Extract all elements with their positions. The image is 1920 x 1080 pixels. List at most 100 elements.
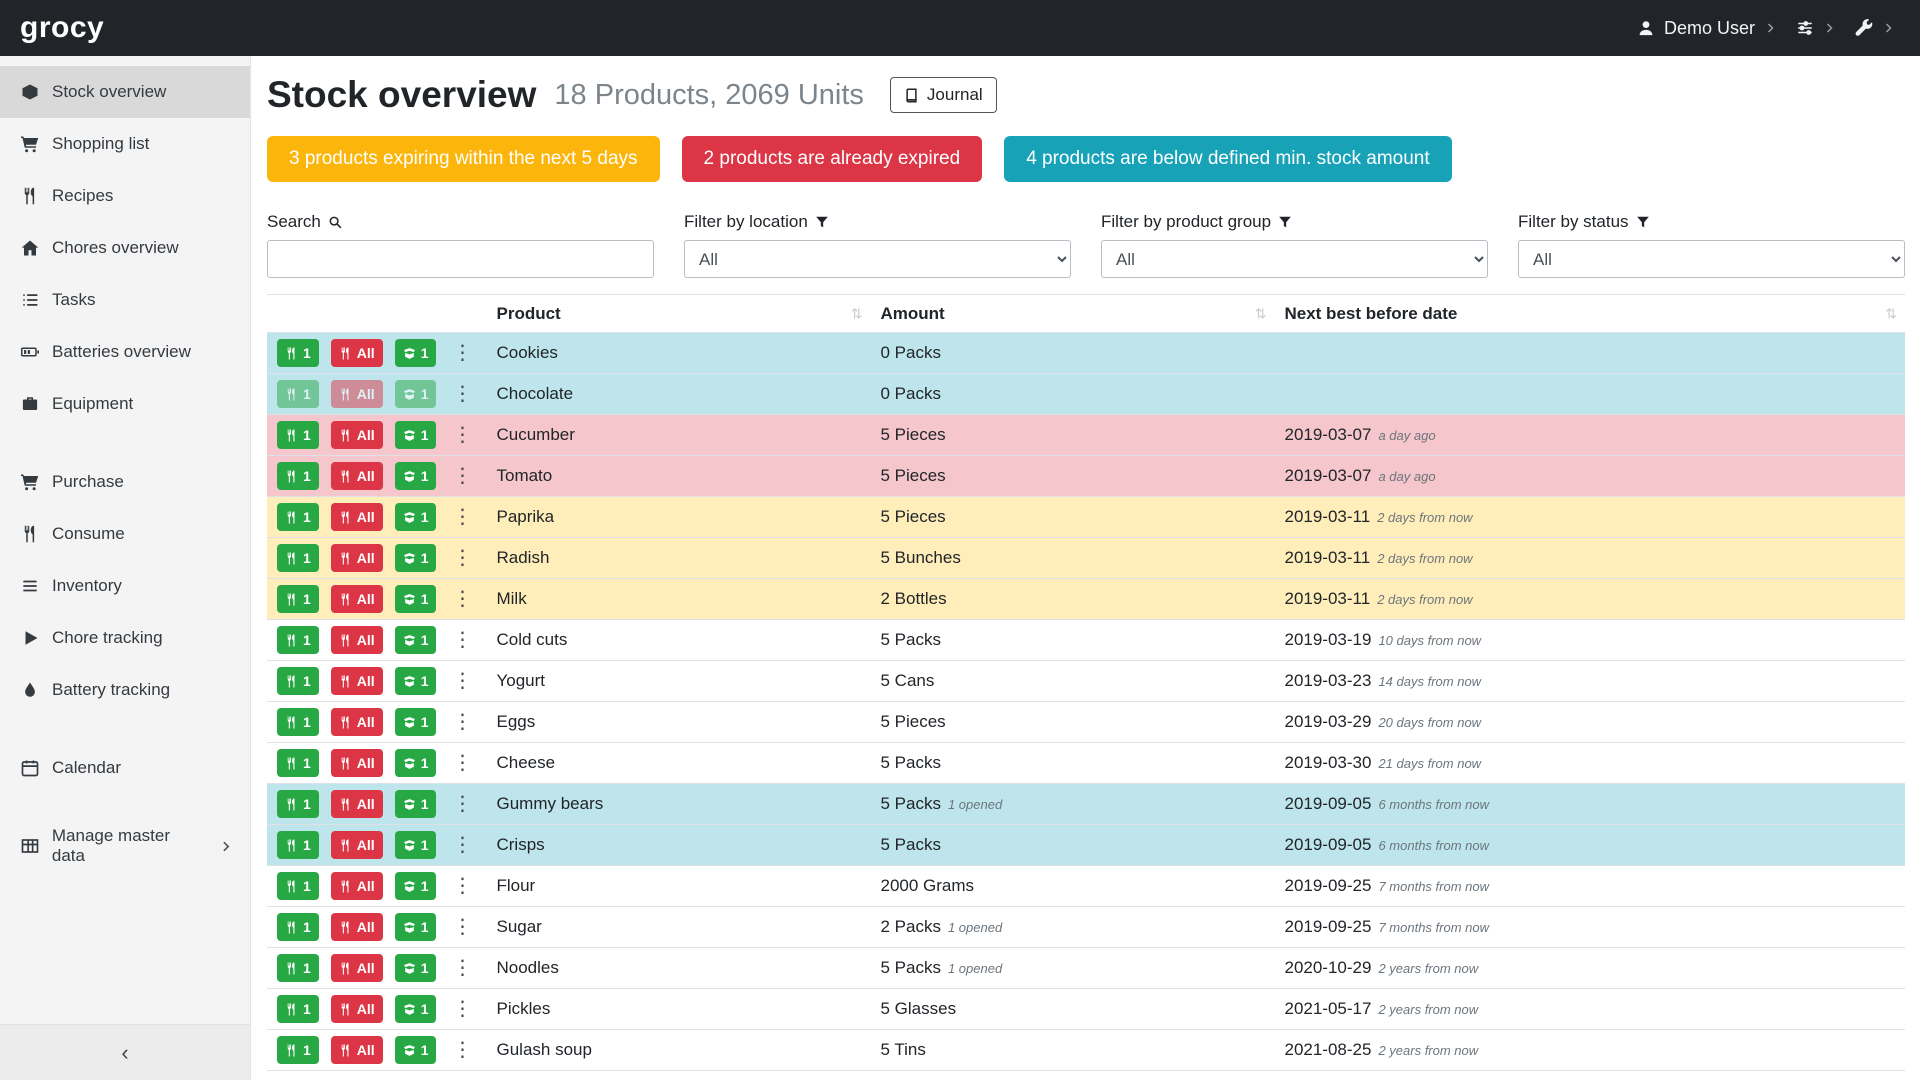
open-one-button[interactable]: 1	[395, 913, 437, 941]
row-menu-button[interactable]: ⋮	[448, 589, 476, 609]
product-column-header[interactable]: Product⇅	[486, 295, 870, 333]
consume-one-button[interactable]: 1	[277, 544, 319, 572]
open-one-button[interactable]: 1	[395, 790, 437, 818]
consume-all-button[interactable]: All	[331, 995, 383, 1023]
settings-menu[interactable]	[1796, 19, 1835, 37]
sidebar-item-chore-tracking[interactable]: Chore tracking	[0, 612, 250, 664]
search-input[interactable]	[267, 240, 654, 278]
consume-all-button[interactable]: All	[331, 872, 383, 900]
sidebar-item-tasks[interactable]: Tasks	[0, 274, 250, 326]
consume-all-button[interactable]: All	[331, 503, 383, 531]
consume-one-button[interactable]: 1	[277, 585, 319, 613]
open-one-button[interactable]: 1	[395, 872, 437, 900]
open-one-button[interactable]: 1	[395, 503, 437, 531]
consume-all-button[interactable]: All	[331, 462, 383, 490]
journal-button[interactable]: Journal	[890, 77, 997, 113]
best-before-column-header[interactable]: Next best before date⇅	[1274, 295, 1905, 333]
consume-all-button[interactable]: All	[331, 339, 383, 367]
row-menu-button[interactable]: ⋮	[448, 507, 476, 527]
consume-all-button[interactable]: All	[331, 831, 383, 859]
expired-alert[interactable]: 2 products are already expired	[682, 136, 983, 182]
consume-all-button[interactable]: All	[331, 913, 383, 941]
row-menu-button[interactable]: ⋮	[448, 343, 476, 363]
consume-all-button[interactable]: All	[331, 380, 383, 408]
consume-all-button[interactable]: All	[331, 626, 383, 654]
sidebar-item-stock-overview[interactable]: Stock overview	[0, 66, 250, 118]
row-menu-button[interactable]: ⋮	[448, 753, 476, 773]
row-menu-button[interactable]: ⋮	[448, 876, 476, 896]
sidebar-item-batteries-overview[interactable]: Batteries overview	[0, 326, 250, 378]
consume-one-button[interactable]: 1	[277, 380, 319, 408]
sidebar-item-consume[interactable]: Consume	[0, 508, 250, 560]
row-menu-button[interactable]: ⋮	[448, 835, 476, 855]
consume-one-button[interactable]: 1	[277, 503, 319, 531]
consume-one-button[interactable]: 1	[277, 462, 319, 490]
amount-column-header[interactable]: Amount⇅	[870, 295, 1274, 333]
sidebar-item-manage-master-data[interactable]: Manage master data	[0, 820, 250, 872]
open-one-button[interactable]: 1	[395, 462, 437, 490]
admin-menu[interactable]	[1855, 19, 1894, 37]
consume-all-button[interactable]: All	[331, 749, 383, 777]
row-menu-button[interactable]: ⋮	[448, 958, 476, 978]
consume-all-button[interactable]: All	[331, 708, 383, 736]
open-one-button[interactable]: 1	[395, 626, 437, 654]
consume-one-button[interactable]: 1	[277, 667, 319, 695]
sidebar-item-shopping-list[interactable]: Shopping list	[0, 118, 250, 170]
row-menu-button[interactable]: ⋮	[448, 630, 476, 650]
consume-all-button[interactable]: All	[331, 544, 383, 572]
consume-one-button[interactable]: 1	[277, 995, 319, 1023]
open-one-button[interactable]: 1	[395, 421, 437, 449]
row-menu-button[interactable]: ⋮	[448, 712, 476, 732]
consume-all-button[interactable]: All	[331, 790, 383, 818]
consume-one-button[interactable]: 1	[277, 831, 319, 859]
open-one-button[interactable]: 1	[395, 339, 437, 367]
row-menu-button[interactable]: ⋮	[448, 794, 476, 814]
open-one-button[interactable]: 1	[395, 708, 437, 736]
row-menu-button[interactable]: ⋮	[448, 384, 476, 404]
sidebar-item-battery-tracking[interactable]: Battery tracking	[0, 664, 250, 716]
user-menu[interactable]: Demo User	[1637, 18, 1776, 39]
app-logo[interactable]: grocy	[20, 11, 104, 45]
consume-one-button[interactable]: 1	[277, 708, 319, 736]
open-one-button[interactable]: 1	[395, 544, 437, 572]
open-one-button[interactable]: 1	[395, 1036, 437, 1064]
consume-one-button[interactable]: 1	[277, 872, 319, 900]
row-menu-button[interactable]: ⋮	[448, 548, 476, 568]
consume-one-button[interactable]: 1	[277, 790, 319, 818]
row-menu-button[interactable]: ⋮	[448, 917, 476, 937]
status-filter-select[interactable]: All	[1518, 240, 1905, 278]
row-menu-button[interactable]: ⋮	[448, 671, 476, 691]
open-one-button[interactable]: 1	[395, 831, 437, 859]
open-one-button[interactable]: 1	[395, 380, 437, 408]
consume-one-button[interactable]: 1	[277, 954, 319, 982]
sidebar-item-purchase[interactable]: Purchase	[0, 456, 250, 508]
open-one-button[interactable]: 1	[395, 954, 437, 982]
row-menu-button[interactable]: ⋮	[448, 999, 476, 1019]
sidebar-item-recipes[interactable]: Recipes	[0, 170, 250, 222]
sidebar-collapse-button[interactable]: ‹	[0, 1024, 250, 1080]
consume-one-button[interactable]: 1	[277, 1036, 319, 1064]
open-one-button[interactable]: 1	[395, 749, 437, 777]
row-menu-button[interactable]: ⋮	[448, 466, 476, 486]
below-min-stock-alert[interactable]: 4 products are below defined min. stock …	[1004, 136, 1451, 182]
sidebar-item-equipment[interactable]: Equipment	[0, 378, 250, 430]
consume-all-button[interactable]: All	[331, 1036, 383, 1064]
product-group-filter-select[interactable]: All	[1101, 240, 1488, 278]
sidebar-item-chores-overview[interactable]: Chores overview	[0, 222, 250, 274]
consume-all-button[interactable]: All	[331, 585, 383, 613]
open-one-button[interactable]: 1	[395, 667, 437, 695]
open-one-button[interactable]: 1	[395, 995, 437, 1023]
consume-all-button[interactable]: All	[331, 954, 383, 982]
expiring-alert[interactable]: 3 products expiring within the next 5 da…	[267, 136, 660, 182]
consume-one-button[interactable]: 1	[277, 913, 319, 941]
consume-all-button[interactable]: All	[331, 421, 383, 449]
consume-one-button[interactable]: 1	[277, 339, 319, 367]
sidebar-item-calendar[interactable]: Calendar	[0, 742, 250, 794]
row-menu-button[interactable]: ⋮	[448, 1040, 476, 1060]
sidebar-item-inventory[interactable]: Inventory	[0, 560, 250, 612]
consume-one-button[interactable]: 1	[277, 749, 319, 777]
consume-all-button[interactable]: All	[331, 667, 383, 695]
consume-one-button[interactable]: 1	[277, 421, 319, 449]
location-filter-select[interactable]: All	[684, 240, 1071, 278]
consume-one-button[interactable]: 1	[277, 626, 319, 654]
